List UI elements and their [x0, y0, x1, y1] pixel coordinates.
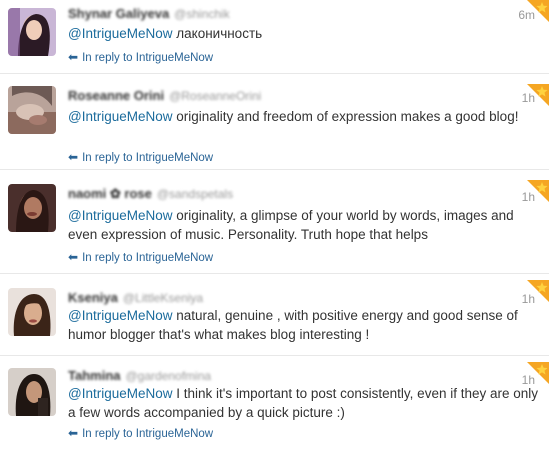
tweet-body: originality and freedom of expression ma…	[172, 109, 519, 124]
tweet-item[interactable]: Roseanne Orini @RoseanneOrini 1h @Intrigu…	[0, 74, 549, 170]
reply-arrow-icon: ⬅	[68, 150, 79, 164]
star-icon[interactable]	[527, 280, 549, 302]
tweet-item[interactable]: Shynar Galiyeva @shinchik 6m @IntrigueMeN…	[0, 0, 549, 74]
in-reply-to-link[interactable]: ⬅ In reply to IntrigueMeNow	[68, 150, 213, 164]
user-handle[interactable]: @sandspetals	[157, 187, 233, 201]
avatar[interactable]	[8, 368, 56, 416]
tweet-text: @IntrigueMeNow I think it's important to…	[68, 384, 539, 422]
star-icon[interactable]	[527, 180, 549, 202]
in-reply-to-label: In reply to IntrigueMeNow	[82, 52, 214, 64]
tweet-header: Tahmina @gardenofmina	[68, 368, 211, 384]
user-name[interactable]: Tahmina	[68, 368, 121, 383]
mention-link[interactable]: @IntrigueMeNow	[68, 109, 173, 124]
tweet-timeline: Shynar Galiyeva @shinchik 6m @IntrigueMeN…	[0, 0, 549, 450]
in-reply-to-link[interactable]: ⬅ In reply to IntrigueMeNow	[68, 250, 213, 264]
user-handle[interactable]: @RoseanneOrini	[169, 89, 261, 103]
reply-arrow-icon: ⬅	[68, 426, 79, 440]
user-name[interactable]: Kseniya	[68, 290, 118, 305]
in-reply-to-label: In reply to IntrigueMeNow	[82, 428, 214, 440]
reply-arrow-icon: ⬅	[68, 250, 79, 264]
user-handle[interactable]: @LittleKseniya	[123, 291, 203, 305]
user-handle[interactable]: @gardenofmina	[126, 369, 212, 383]
tweet-text: @IntrigueMeNow лаконичность	[68, 24, 539, 43]
avatar[interactable]	[8, 86, 56, 134]
user-name[interactable]: naomi ✿ rose	[68, 186, 152, 201]
in-reply-to-label: In reply to IntrigueMeNow	[82, 152, 214, 164]
avatar[interactable]	[8, 288, 56, 336]
in-reply-to-label: In reply to IntrigueMeNow	[82, 252, 214, 264]
in-reply-to-link[interactable]: ⬅ In reply to IntrigueMeNow	[68, 50, 213, 64]
avatar[interactable]	[8, 8, 56, 56]
user-name[interactable]: Shynar Galiyeva	[68, 6, 169, 21]
tweet-item[interactable]: Tahmina @gardenofmina 1h @IntrigueMeNow I…	[0, 356, 549, 450]
mention-link[interactable]: @IntrigueMeNow	[68, 386, 173, 401]
mention-link[interactable]: @IntrigueMeNow	[68, 208, 173, 223]
mention-link[interactable]: @IntrigueMeNow	[68, 308, 173, 323]
tweet-header: Shynar Galiyeva @shinchik	[68, 6, 230, 22]
tweet-item[interactable]: Kseniya @LittleKseniya 1h @IntrigueMeNow …	[0, 274, 549, 356]
tweet-text: @IntrigueMeNow originality, a glimpse of…	[68, 206, 539, 244]
user-handle[interactable]: @shinchik	[174, 7, 230, 21]
tweet-header: Kseniya @LittleKseniya	[68, 290, 203, 306]
tweet-text: @IntrigueMeNow originality and freedom o…	[68, 107, 539, 126]
tweet-item[interactable]: naomi ✿ rose @sandspetals 1h @IntrigueMeN…	[0, 170, 549, 274]
tweet-header: Roseanne Orini @RoseanneOrini	[68, 88, 261, 104]
star-icon[interactable]	[527, 362, 549, 384]
avatar[interactable]	[8, 184, 56, 232]
tweet-text: @IntrigueMeNow natural, genuine , with p…	[68, 306, 539, 344]
star-icon[interactable]	[527, 84, 549, 106]
mention-link[interactable]: @IntrigueMeNow	[68, 26, 173, 41]
in-reply-to-link[interactable]: ⬅ In reply to IntrigueMeNow	[68, 426, 213, 440]
reply-arrow-icon: ⬅	[68, 50, 79, 64]
user-name[interactable]: Roseanne Orini	[68, 88, 164, 103]
tweet-header: naomi ✿ rose @sandspetals	[68, 186, 233, 202]
tweet-body: лаконичность	[172, 26, 263, 41]
star-icon[interactable]	[527, 0, 549, 22]
